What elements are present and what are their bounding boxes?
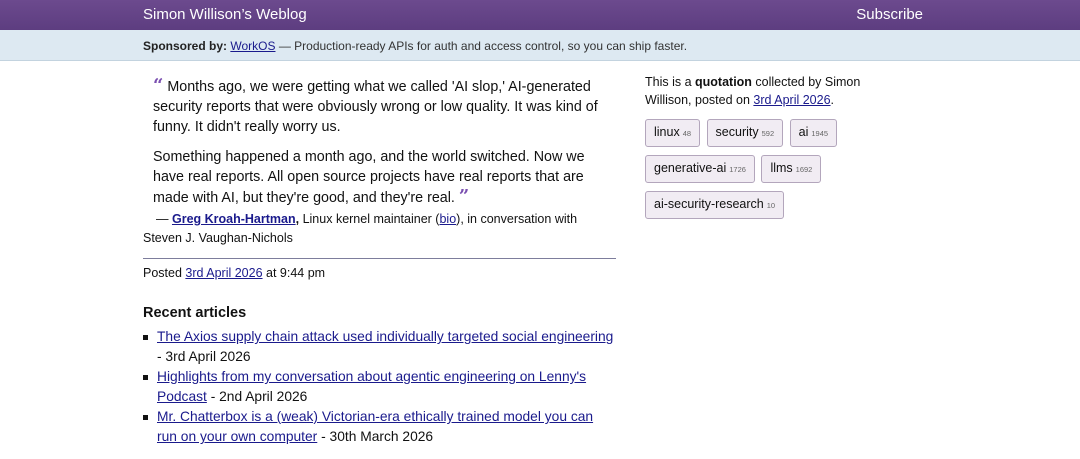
sponsor-label: Sponsored by: [143,39,228,53]
sidebar: This is a quotation collected by Simon W… [645,73,875,227]
tag-generative-ai[interactable]: generative-ai 1726 [645,155,755,183]
posted-date-link[interactable]: 3rd April 2026 [185,266,262,280]
blockquote: “ Months ago, we were getting what we ca… [153,76,616,208]
list-item: The Axios supply chain attack used indiv… [143,327,616,367]
divider [143,258,616,259]
recent-article-link[interactable]: The Axios supply chain attack used indiv… [157,329,613,344]
recent-articles-list: The Axios supply chain attack used indiv… [143,327,616,447]
tag-security[interactable]: security 592 [706,119,784,147]
quote-paragraph-1: “ Months ago, we were getting what we ca… [153,75,598,136]
open-quote-icon: “ [153,75,164,96]
posted-line: Posted 3rd April 2026 at 9:44 pm [143,266,326,280]
subscribe-link[interactable]: Subscribe [856,6,923,23]
recent-articles-heading: Recent articles [143,305,247,321]
tag-linux[interactable]: linux 48 [645,119,701,147]
sponsor-banner: Sponsored by: WorkOS — Production-ready … [0,30,1080,61]
sidebar-date-link[interactable]: 3rd April 2026 [753,93,830,107]
tag-list: linux 48 security 592 ai 1945 generative-ai… [645,119,875,227]
bio-link[interactable]: bio [439,212,456,226]
main-content: “ Months ago, we were getting what we ca… [143,76,616,447]
tag-ai[interactable]: ai 1945 [789,119,838,147]
site-title-link[interactable]: Simon Willison’s Weblog [143,6,307,23]
author-link[interactable]: Greg Kroah-Hartman [172,212,296,226]
quote-paragraph-2: Something happened a month ago, and the … [153,149,585,207]
list-item: Mr. Chatterbox is a (weak) Victorian-era… [143,407,616,447]
sponsor-link[interactable]: WorkOS [230,39,275,53]
sponsor-text: — Production-ready APIs for auth and acc… [275,39,688,53]
close-quote-icon: ” [458,186,470,207]
list-item: Highlights from my conversation about ag… [143,367,616,407]
site-header: Simon Willison’s Weblog Subscribe [0,0,1080,30]
sidebar-intro: This is a quotation collected by Simon W… [645,75,861,107]
quote-citation: — Greg Kroah-Hartman, Linux kernel maint… [143,212,578,245]
tag-ai-security-research[interactable]: ai-security-research 10 [645,191,785,219]
tag-llms[interactable]: llms 1692 [761,155,822,183]
